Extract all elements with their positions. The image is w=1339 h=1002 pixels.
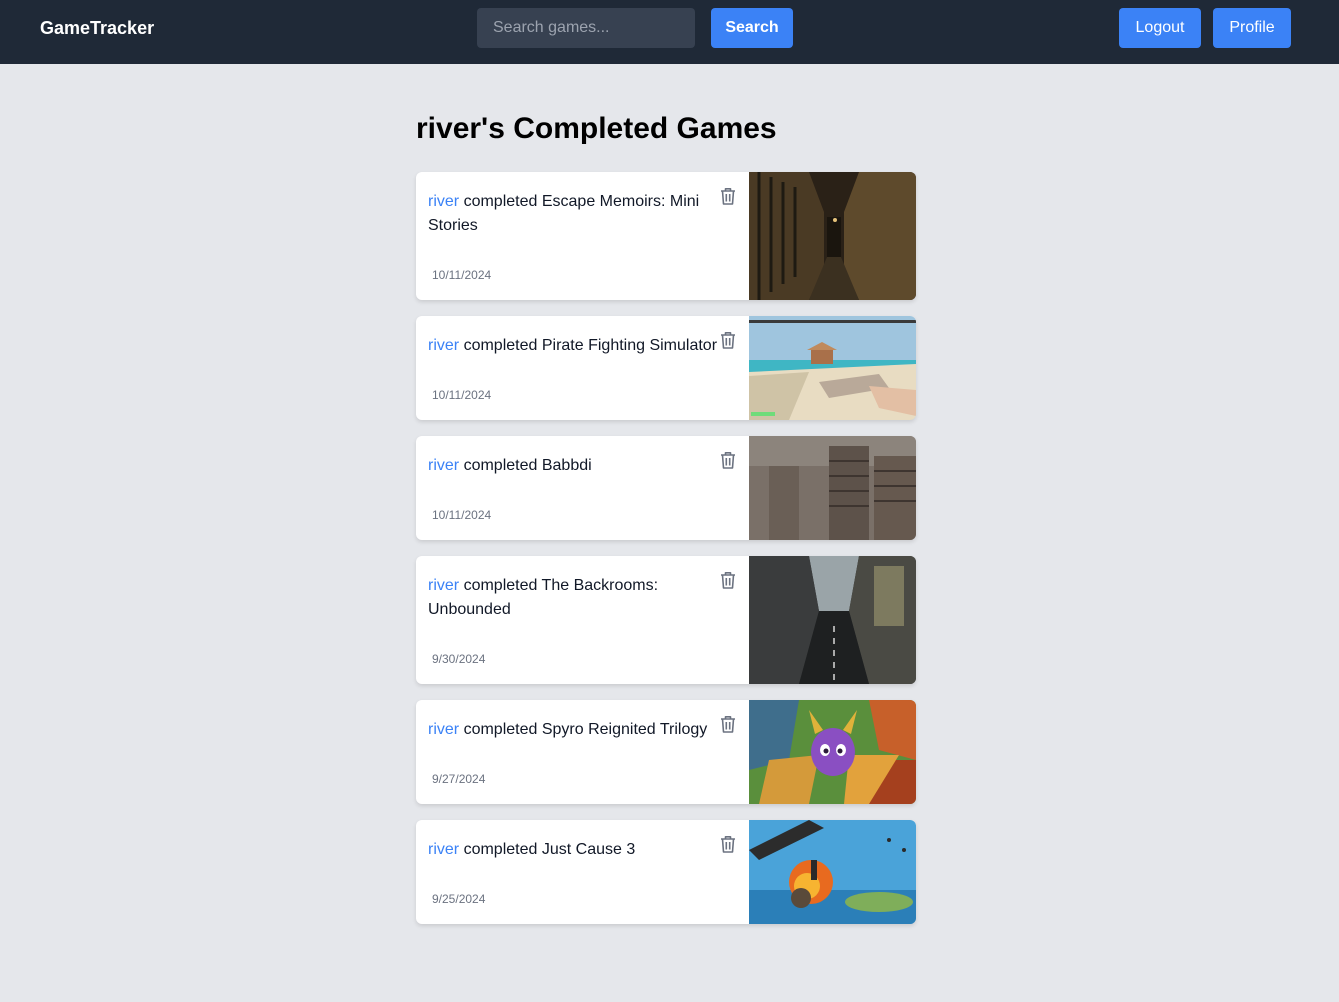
username-link[interactable]: river — [428, 457, 459, 474]
card-body: river completed Escape Memoirs: Mini Sto… — [416, 172, 749, 300]
game-title: Babbdi — [541, 457, 592, 474]
action-text: completed — [463, 193, 538, 210]
game-thumbnail — [749, 700, 916, 804]
username-link[interactable]: river — [428, 721, 459, 738]
trash-icon[interactable] — [719, 570, 737, 590]
game-thumbnail — [749, 316, 916, 420]
completion-date: 10/11/2024 — [432, 268, 492, 282]
completion-card: river completed Pirate Fighting Simulato… — [416, 316, 916, 420]
brand-logo[interactable]: GameTracker — [40, 18, 154, 39]
username-link[interactable]: river — [428, 841, 459, 858]
completion-card: river completed The Backrooms: Unbounded… — [416, 556, 916, 684]
game-title: The Backrooms: Unbounded — [428, 577, 659, 618]
navbar: GameTracker Search Logout Profile — [0, 0, 1339, 64]
card-body: river completed The Backrooms: Unbounded… — [416, 556, 749, 684]
game-thumbnail — [749, 436, 916, 540]
card-text: river completed Babbdi — [428, 454, 737, 478]
trash-icon[interactable] — [719, 834, 737, 854]
card-body: river completed Just Cause 3 9/25/2024 — [416, 820, 749, 924]
completion-date: 9/30/2024 — [432, 652, 486, 666]
game-thumbnail — [749, 172, 916, 300]
search-button[interactable]: Search — [711, 8, 793, 48]
card-body: river completed Pirate Fighting Simulato… — [416, 316, 749, 420]
completion-date: 10/11/2024 — [432, 388, 492, 402]
trash-icon[interactable] — [719, 186, 737, 206]
action-text: completed — [463, 841, 538, 858]
card-text: river completed Spyro Reignited Trilogy — [428, 718, 737, 742]
logout-button[interactable]: Logout — [1119, 8, 1201, 48]
trash-icon[interactable] — [719, 330, 737, 350]
trash-icon[interactable] — [719, 450, 737, 470]
trash-icon[interactable] — [719, 714, 737, 734]
action-text: completed — [463, 337, 538, 354]
card-text: river completed Just Cause 3 — [428, 838, 737, 862]
completed-games-list: river completed Escape Memoirs: Mini Sto… — [416, 172, 916, 940]
action-text: completed — [463, 457, 538, 474]
username-link[interactable]: river — [428, 577, 459, 594]
completion-date: 10/11/2024 — [432, 508, 492, 522]
completion-date: 9/27/2024 — [432, 772, 486, 786]
completion-card: river completed Just Cause 3 9/25/2024 — [416, 820, 916, 924]
card-text: river completed Pirate Fighting Simulato… — [428, 334, 737, 358]
username-link[interactable]: river — [428, 337, 459, 354]
completion-card: river completed Escape Memoirs: Mini Sto… — [416, 172, 916, 300]
username-link[interactable]: river — [428, 193, 459, 210]
action-text: completed — [463, 721, 538, 738]
page-title: river's Completed Games — [416, 112, 777, 145]
completion-date: 9/25/2024 — [432, 892, 486, 906]
game-title: Just Cause 3 — [541, 841, 636, 858]
card-text: river completed Escape Memoirs: Mini Sto… — [428, 190, 737, 238]
game-thumbnail — [749, 820, 916, 924]
game-thumbnail — [749, 556, 916, 684]
profile-button[interactable]: Profile — [1213, 8, 1291, 48]
game-title: Spyro Reignited Trilogy — [541, 721, 708, 738]
action-text: completed — [463, 577, 538, 594]
search-input[interactable] — [477, 8, 695, 48]
card-body: river completed Spyro Reignited Trilogy … — [416, 700, 749, 804]
card-body: river completed Babbdi 10/11/2024 — [416, 436, 749, 540]
completion-card: river completed Babbdi 10/11/2024 — [416, 436, 916, 540]
card-text: river completed The Backrooms: Unbounded — [428, 574, 737, 622]
completion-card: river completed Spyro Reignited Trilogy … — [416, 700, 916, 804]
game-title: Pirate Fighting Simulator — [541, 337, 718, 354]
